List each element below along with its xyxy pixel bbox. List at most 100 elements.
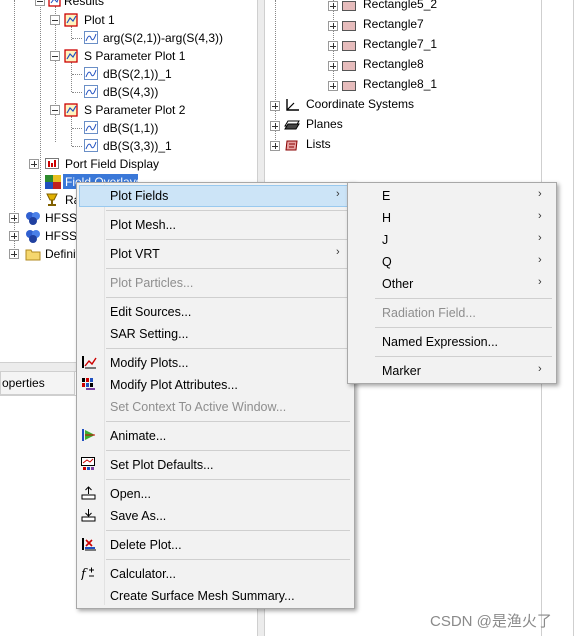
menu-item-set-plot-defaults[interactable]: Set Plot Defaults... bbox=[110, 458, 214, 472]
menu-separator bbox=[106, 210, 350, 211]
menu-item-plot-particles[interactable]: Plot Particles... bbox=[110, 276, 193, 290]
tree-connector bbox=[72, 146, 82, 147]
collapse-toggle[interactable] bbox=[50, 15, 60, 25]
expand-toggle[interactable] bbox=[328, 41, 338, 51]
tree-item-planes[interactable]: Planes bbox=[306, 117, 343, 131]
calculator-icon: f bbox=[80, 566, 97, 582]
expand-toggle[interactable] bbox=[328, 21, 338, 31]
tree-item-rectangle[interactable]: Rectangle5_2 bbox=[363, 0, 437, 11]
animate-icon bbox=[81, 428, 97, 442]
tree-item-definitions[interactable]: Definit bbox=[45, 247, 79, 261]
svg-text:f: f bbox=[81, 567, 88, 580]
properties-tab-label: operties bbox=[2, 376, 45, 390]
submenu-arrow-icon: › bbox=[538, 188, 542, 200]
rectangle-icon bbox=[342, 80, 356, 93]
expand-toggle[interactable] bbox=[9, 249, 19, 259]
trace-icon bbox=[84, 139, 98, 152]
menu-item-modify-plots[interactable]: Modify Plots... bbox=[110, 356, 189, 370]
trace-icon bbox=[84, 121, 98, 134]
tree-item-results[interactable]: Results bbox=[64, 0, 104, 8]
menu-separator bbox=[106, 348, 350, 349]
rectangle-icon bbox=[342, 20, 356, 33]
right-edge-divider bbox=[573, 0, 574, 636]
menu-item-create-surface-mesh-summary[interactable]: Create Surface Mesh Summary... bbox=[110, 589, 295, 603]
expand-toggle[interactable] bbox=[9, 213, 19, 223]
plot-icon bbox=[64, 13, 78, 27]
set-plot-defaults-icon bbox=[81, 457, 97, 471]
hfss-design-icon bbox=[25, 229, 40, 243]
submenu-arrow-icon: › bbox=[538, 276, 542, 288]
tree-item-lists[interactable]: Lists bbox=[306, 137, 331, 151]
menu-item-plot-vrt[interactable]: Plot VRT bbox=[110, 247, 160, 261]
menu-separator bbox=[106, 450, 350, 451]
menu-separator bbox=[106, 479, 350, 480]
submenu-item-e[interactable]: E bbox=[382, 189, 390, 203]
menu-separator bbox=[106, 421, 350, 422]
lists-icon bbox=[284, 138, 298, 151]
plot-icon bbox=[64, 103, 78, 117]
submenu-item-other[interactable]: Other bbox=[382, 277, 413, 291]
coordinate-systems-icon bbox=[284, 98, 299, 111]
menu-separator bbox=[106, 239, 350, 240]
radiation-icon bbox=[45, 193, 58, 206]
submenu-item-named-expression[interactable]: Named Expression... bbox=[382, 335, 498, 349]
tree-item-rectangle[interactable]: Rectangle8 bbox=[363, 57, 424, 71]
submenu-arrow-icon: › bbox=[538, 232, 542, 244]
collapse-toggle[interactable] bbox=[35, 0, 45, 6]
tree-connector bbox=[71, 62, 72, 92]
expand-toggle[interactable] bbox=[29, 159, 39, 169]
menu-item-calculator[interactable]: Calculator... bbox=[110, 567, 176, 581]
submenu-item-radiation-field[interactable]: Radiation Field... bbox=[382, 306, 476, 320]
expand-toggle[interactable] bbox=[328, 1, 338, 11]
tree-item-trace[interactable]: dB(S(2,1))_1 bbox=[103, 67, 172, 81]
submenu-item-h[interactable]: H bbox=[382, 211, 391, 225]
submenu-item-marker[interactable]: Marker bbox=[382, 364, 421, 378]
expand-toggle[interactable] bbox=[328, 81, 338, 91]
menu-item-modify-plot-attributes[interactable]: Modify Plot Attributes... bbox=[110, 378, 238, 392]
trace-icon bbox=[84, 85, 98, 98]
expand-toggle[interactable] bbox=[270, 101, 280, 111]
open-icon bbox=[81, 486, 97, 500]
tree-item-coordinate-systems[interactable]: Coordinate Systems bbox=[306, 97, 414, 111]
tree-item-trace[interactable]: dB(S(1,1)) bbox=[103, 121, 158, 135]
folder-icon bbox=[25, 247, 41, 261]
menu-separator bbox=[106, 559, 350, 560]
menu-separator bbox=[106, 297, 350, 298]
tree-connector bbox=[72, 74, 82, 75]
tree-item-trace[interactable]: arg(S(2,1))-arg(S(4,3)) bbox=[103, 31, 223, 45]
tree-item-rectangle[interactable]: Rectangle8_1 bbox=[363, 77, 437, 91]
expand-toggle[interactable] bbox=[328, 61, 338, 71]
expand-toggle[interactable] bbox=[270, 121, 280, 131]
tree-connector bbox=[72, 38, 82, 39]
submenu-item-j[interactable]: J bbox=[382, 233, 388, 247]
tree-item-sparam2[interactable]: S Parameter Plot 2 bbox=[84, 103, 185, 117]
collapse-toggle[interactable] bbox=[50, 105, 60, 115]
trace-icon bbox=[84, 31, 98, 44]
submenu-item-q[interactable]: Q bbox=[382, 255, 392, 269]
menu-item-plot-fields[interactable]: Plot Fields bbox=[110, 189, 168, 203]
tree-item-sparam1[interactable]: S Parameter Plot 1 bbox=[84, 49, 185, 63]
plot-icon bbox=[64, 49, 78, 63]
submenu-arrow-icon: › bbox=[538, 210, 542, 222]
menu-item-set-context[interactable]: Set Context To Active Window... bbox=[110, 400, 286, 414]
submenu-arrow-icon: › bbox=[538, 363, 542, 375]
tree-item-rectangle[interactable]: Rectangle7_1 bbox=[363, 37, 437, 51]
menu-item-open[interactable]: Open... bbox=[110, 487, 151, 501]
rectangle-icon bbox=[342, 40, 356, 53]
menu-item-animate[interactable]: Animate... bbox=[110, 429, 166, 443]
menu-item-edit-sources[interactable]: Edit Sources... bbox=[110, 305, 191, 319]
expand-toggle[interactable] bbox=[270, 141, 280, 151]
menu-item-sar-setting[interactable]: SAR Setting... bbox=[110, 327, 189, 341]
tree-item-rectangle[interactable]: Rectangle7 bbox=[363, 17, 424, 31]
menu-item-save-as[interactable]: Save As... bbox=[110, 509, 166, 523]
menu-separator bbox=[106, 268, 350, 269]
menu-item-plot-mesh[interactable]: Plot Mesh... bbox=[110, 218, 176, 232]
tree-item-trace[interactable]: dB(S(4,3)) bbox=[103, 85, 158, 99]
tree-item-port-field[interactable]: Port Field Display bbox=[65, 157, 159, 171]
tree-item-trace[interactable]: dB(S(3,3))_1 bbox=[103, 139, 172, 153]
menu-item-delete-plot[interactable]: Delete Plot... bbox=[110, 538, 182, 552]
expand-toggle[interactable] bbox=[9, 231, 19, 241]
modify-attributes-icon bbox=[81, 377, 97, 391]
tree-item-plot1[interactable]: Plot 1 bbox=[84, 13, 115, 27]
collapse-toggle[interactable] bbox=[50, 51, 60, 61]
